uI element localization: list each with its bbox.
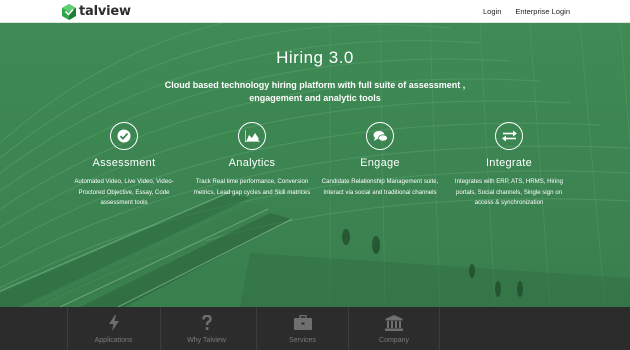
bottom-nav: Applications Why Talview Services Compan… [0, 307, 630, 350]
area-chart-icon [238, 122, 266, 150]
feature-engage[interactable]: Engage Candidate Relationship Management… [320, 122, 440, 198]
question-icon [161, 315, 252, 331]
feature-description: Integrates with ERP, ATS, HRMS, Hiring p… [454, 178, 564, 206]
hero-subtitle: Cloud based technology hiring platform w… [164, 80, 466, 103]
hero-title: Hiring 3.0 [276, 48, 354, 67]
chat-bubbles-icon [366, 122, 394, 150]
feature-assessment[interactable]: Assessment Automated Video, Live Video, … [64, 122, 184, 209]
enterprise-login-link[interactable]: Enterprise Login [515, 7, 570, 16]
login-link[interactable]: Login [483, 7, 501, 16]
hero-section: Hiring 3.0 Cloud based technology hiring… [0, 23, 630, 307]
feature-title: Analytics [228, 157, 276, 169]
bottom-nav-label: Services [289, 337, 316, 344]
feature-description: Candidate Relationship Management suite,… [321, 178, 439, 196]
feature-title: Integrate [485, 157, 533, 169]
check-icon [110, 122, 138, 150]
bottom-nav-services[interactable]: Services [256, 307, 348, 350]
feature-title: Assessment [92, 157, 156, 169]
feature-integrate[interactable]: Integrate Integrates with ERP, ATS, HRMS… [449, 122, 569, 209]
bottom-nav-label: Applications [94, 337, 133, 344]
feature-analytics[interactable]: Analytics Track Real time performance, C… [192, 122, 312, 198]
bottom-nav-label: Company [379, 337, 409, 344]
talview-cube-icon [62, 3, 76, 20]
institution-icon [349, 315, 439, 331]
feature-description: Track Real time performance, Conversion … [193, 178, 311, 196]
briefcase-icon [257, 315, 348, 331]
bottom-nav-company[interactable]: Company [348, 307, 440, 350]
bolt-icon [68, 315, 159, 331]
bottom-nav-applications[interactable]: Applications [67, 307, 159, 350]
talview-logo[interactable]: talview [62, 3, 131, 20]
brand-name: talview [79, 4, 131, 19]
bottom-nav-label: Why Talview [187, 337, 226, 344]
exchange-arrows-icon [495, 122, 523, 150]
top-nav-links: Login Enterprise Login [483, 0, 570, 23]
top-navbar: talview Login Enterprise Login [0, 0, 630, 23]
feature-title: Engage [360, 157, 400, 169]
bottom-nav-why-talview[interactable]: Why Talview [160, 307, 252, 350]
feature-description: Automated Video, Live Video, Video-Proct… [74, 178, 174, 206]
